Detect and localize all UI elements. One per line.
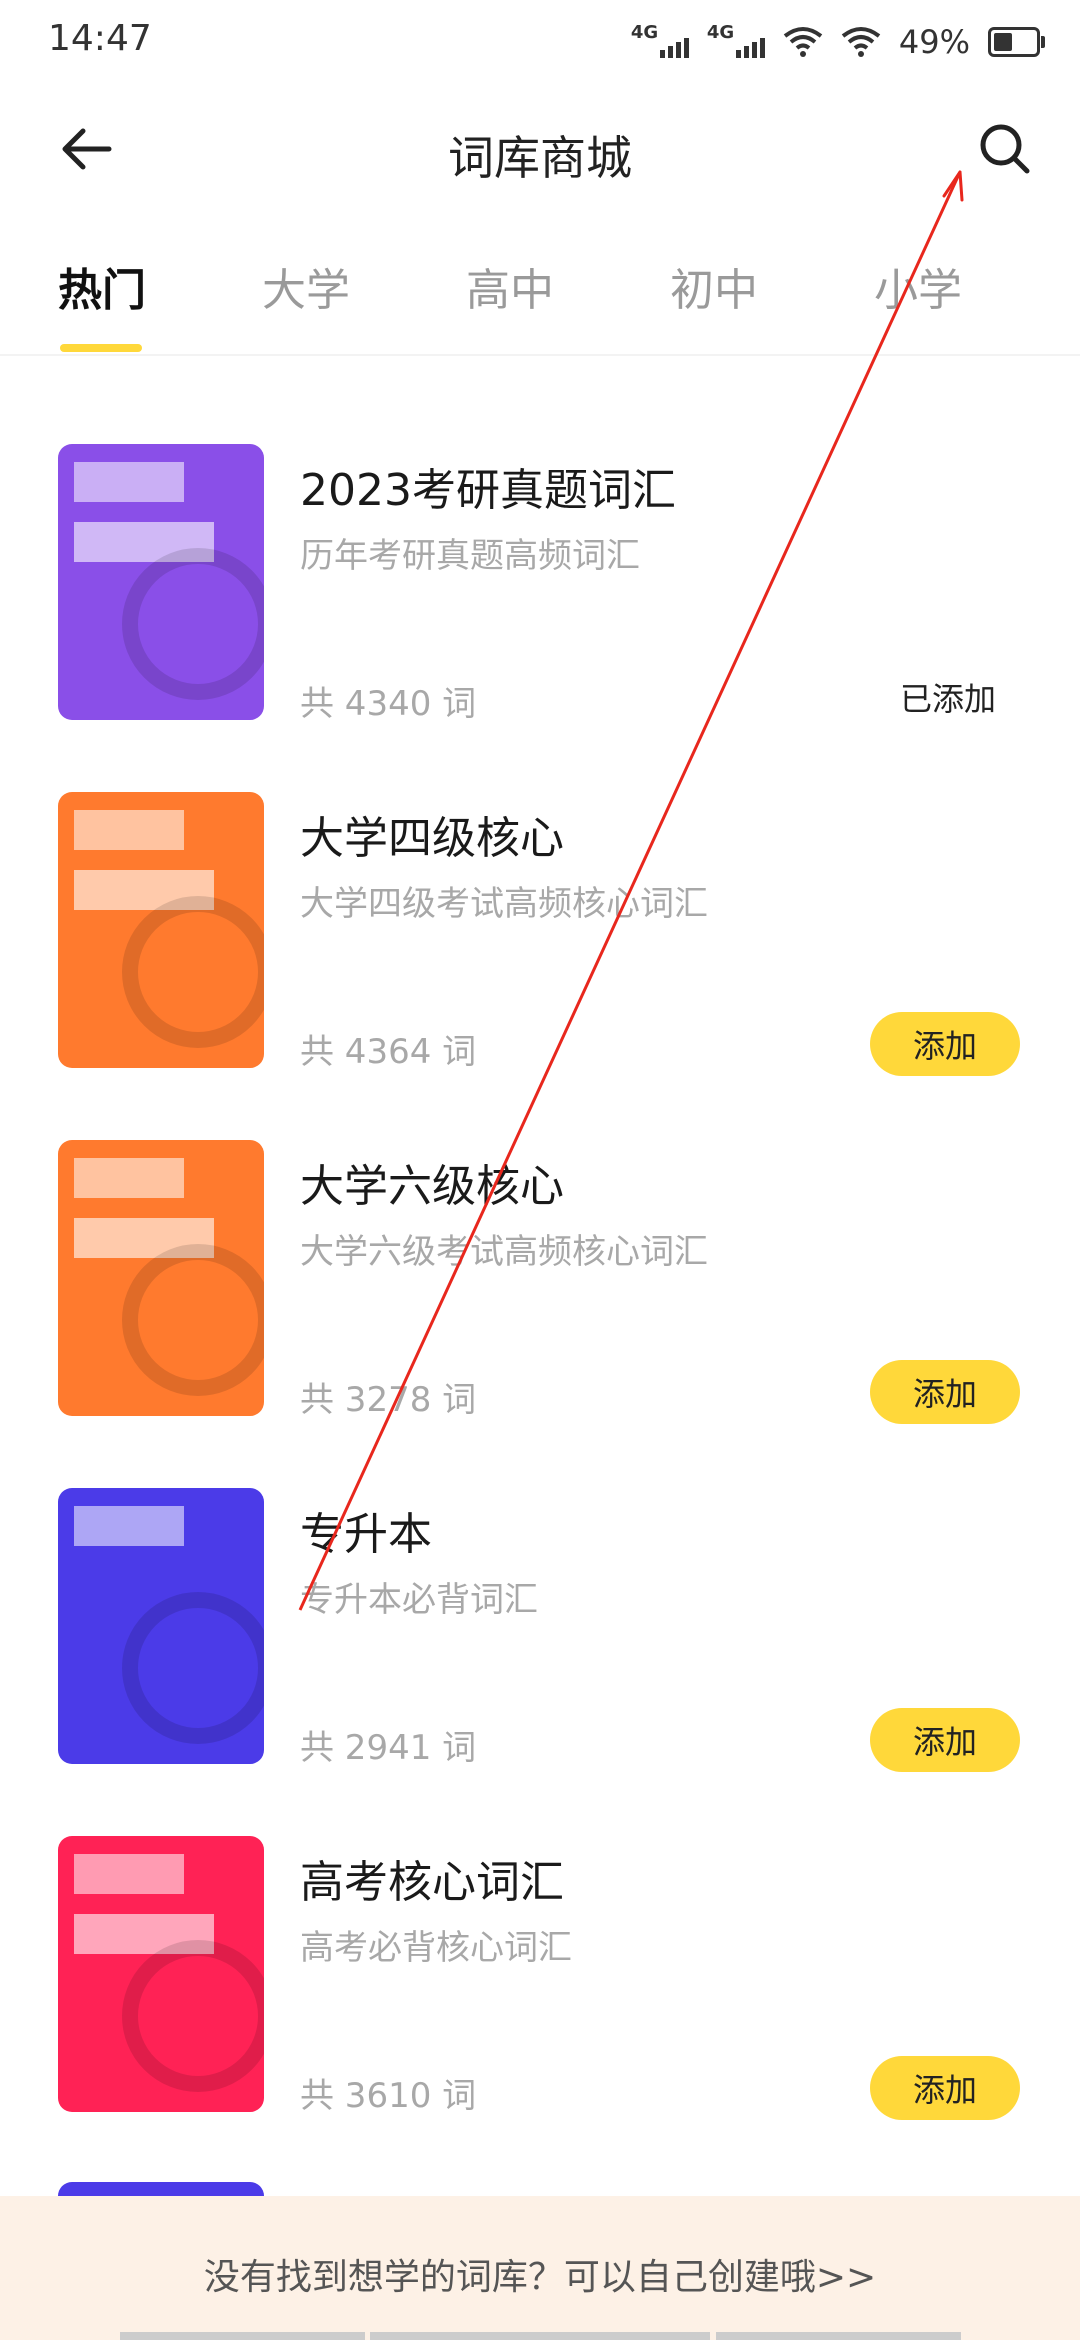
search-icon: [980, 124, 1030, 174]
word-count: 共 2941 词: [300, 1728, 477, 1768]
word-count: 共 4364 词: [300, 1032, 477, 1072]
list-item[interactable]: 2023考研真题词汇 历年考研真题高频词汇 共 4340 词 已添加: [0, 420, 1080, 724]
book-cover: [58, 792, 264, 1068]
tab-university[interactable]: 大学: [262, 254, 350, 318]
book-cover: [58, 1488, 264, 1764]
cellular-signal-icon: 4G: [631, 22, 689, 62]
book-title: 专升本: [300, 1509, 432, 1560]
book-cover: [58, 444, 264, 720]
nav-bar: 词库商城: [0, 84, 1080, 214]
added-status: 已添加: [899, 680, 996, 718]
book-subtitle: 历年考研真题高频词汇: [300, 536, 640, 576]
create-wordbook-banner[interactable]: 没有找到想学的词库？可以自己创建哦>>: [0, 2196, 1080, 2340]
word-count: 共 3278 词: [300, 1380, 477, 1420]
tab-hot[interactable]: 热门: [58, 254, 146, 318]
book-subtitle: 大学六级考试高频核心词汇: [300, 1232, 708, 1272]
bottom-bar-segment: [120, 2332, 365, 2340]
page-title: 词库商城: [448, 131, 632, 185]
book-title: 大学六级核心: [300, 1161, 564, 1212]
battery-icon: [988, 27, 1045, 57]
book-cover: [58, 1140, 264, 1416]
list-item[interactable]: 大学四级核心 大学四级考试高频核心词汇 共 4364 词 添加: [0, 768, 1080, 1076]
status-bar: 14:47 4G 4G 49%: [0, 0, 1080, 84]
tab-middle-school[interactable]: 初中: [670, 254, 758, 318]
book-subtitle: 高考必背核心词汇: [300, 1928, 572, 1968]
list-item[interactable]: 高考核心词汇 高考必背核心词汇 共 3610 词 添加: [0, 1812, 1080, 2120]
tab-indicator: [60, 344, 142, 352]
add-button[interactable]: 添加: [870, 1708, 1020, 1772]
battery-percent: 49%: [898, 23, 970, 61]
book-subtitle: 大学四级考试高频核心词汇: [300, 884, 708, 924]
list-item[interactable]: 大学六级核心 大学六级考试高频核心词汇 共 3278 词 添加: [0, 1116, 1080, 1424]
bottom-bar-segment: [716, 2332, 961, 2340]
category-tabs: 热门 大学 高中 初中 小学: [0, 230, 1080, 356]
add-button[interactable]: 添加: [870, 1012, 1020, 1076]
status-icons: 4G 4G 49%: [631, 18, 1045, 66]
list-item[interactable]: 专升本 专升本必背词汇 共 2941 词 添加: [0, 1464, 1080, 1772]
add-button[interactable]: 添加: [870, 2056, 1020, 2120]
word-count: 共 4340 词: [300, 684, 477, 724]
word-count: 共 3610 词: [300, 2076, 477, 2116]
tab-high-school[interactable]: 高中: [466, 254, 554, 318]
book-cover: [58, 1836, 264, 2112]
book-title: 高考核心词汇: [300, 1857, 564, 1908]
wifi-icon: [783, 27, 823, 57]
add-button[interactable]: 添加: [870, 1360, 1020, 1424]
bottom-bar-segment: [370, 2332, 710, 2340]
book-subtitle: 专升本必背词汇: [300, 1580, 538, 1620]
tab-primary-school[interactable]: 小学: [874, 254, 962, 318]
cellular-signal-icon-2: 4G: [707, 22, 765, 62]
book-title: 2023考研真题词汇: [300, 465, 676, 516]
search-button[interactable]: [970, 114, 1040, 184]
create-wordbook-link[interactable]: 没有找到想学的词库？可以自己创建哦>>: [0, 2248, 1080, 2300]
status-time: 14:47: [48, 18, 152, 59]
wifi-icon-2: [841, 27, 881, 57]
book-title: 大学四级核心: [300, 813, 564, 864]
